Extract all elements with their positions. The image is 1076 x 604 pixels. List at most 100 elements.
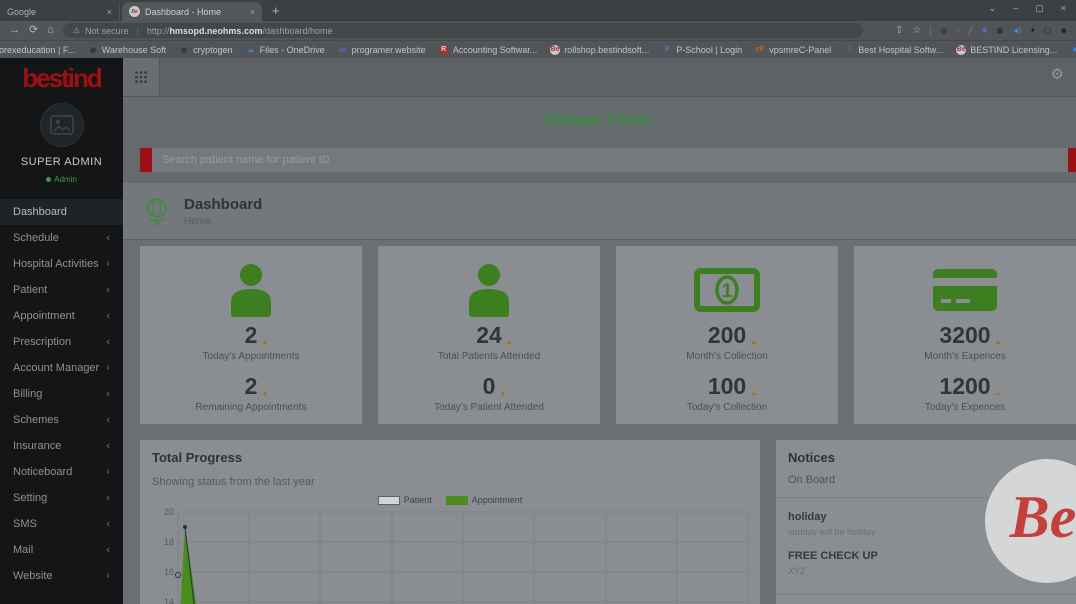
- bookmark[interactable]: cforexeducation | F...: [0, 45, 75, 55]
- extension-icon[interactable]: ◍: [940, 26, 946, 35]
- user-name: SUPER ADMIN: [0, 156, 123, 168]
- bookmark[interactable]: cPvpsmreC-Panel: [755, 45, 831, 55]
- address-separator: |: [137, 26, 139, 36]
- patient-search-bar: [140, 148, 1076, 172]
- sidebar-item-prescription[interactable]: Prescription‹: [0, 329, 123, 355]
- sidebar-panel-icon[interactable]: ▢: [1044, 26, 1051, 35]
- browser-toolbar: → ⟳ ⌂ ⚠ Not secure | http://hmsopd.neohm…: [0, 21, 1076, 40]
- bookmark-favicon: ◍: [88, 45, 98, 55]
- screen: Google × Be Dashboard - Home × + ⌄ – ▢ ×…: [0, 0, 1076, 604]
- bookmark-favicon: Be: [550, 45, 560, 55]
- tab-close-icon[interactable]: ×: [250, 7, 255, 17]
- close-window-button[interactable]: ×: [1061, 3, 1066, 14]
- credit-card-icon: [932, 258, 998, 322]
- sidebar-item-mail[interactable]: Mail‹: [0, 537, 123, 563]
- stat-value-2: 0▲: [483, 375, 496, 398]
- sidebar-item-noticeboard[interactable]: Noticeboard‹: [0, 459, 123, 485]
- bookmark[interactable]: SBest Hospital Softw...: [844, 45, 943, 55]
- share-icon[interactable]: ⇧: [895, 25, 903, 36]
- tab-dashboard-home[interactable]: Be Dashboard - Home ×: [122, 2, 262, 21]
- menu-toggle-button[interactable]: [123, 58, 160, 96]
- content: 2▲ Today's Appointments 2▲ Remaining App…: [123, 240, 1076, 604]
- stat-card-collection: 1 200▲ Month's Collection 100▲ Today's C…: [616, 246, 838, 424]
- stat-value: 24▲: [476, 324, 502, 347]
- extensions-pin-icon[interactable]: ✦: [1029, 26, 1035, 35]
- speaker-icon[interactable]: ◄): [1012, 26, 1021, 35]
- bookmark-favicon: ☁: [246, 45, 256, 55]
- extension-icon[interactable]: ●: [955, 26, 959, 35]
- bookmark[interactable]: PP-School | Login: [662, 45, 742, 55]
- sidebar-item-patient[interactable]: Patient‹: [0, 277, 123, 303]
- sidebar-item-schemes[interactable]: Schemes‹: [0, 407, 123, 433]
- gear-icon[interactable]: ⚙: [1051, 67, 1064, 82]
- minimize-button[interactable]: –: [1013, 3, 1018, 14]
- bookmark[interactable]: ◍cryptogen: [179, 45, 233, 55]
- bookmark-favicon: ⋈: [338, 45, 348, 55]
- chevron-left-icon: ‹: [106, 258, 110, 270]
- sidebar-item-sms[interactable]: SMS‹: [0, 511, 123, 537]
- stat-value: 3200▲: [939, 324, 990, 347]
- bookmark-favicon: P: [662, 45, 672, 55]
- address-bar[interactable]: ⚠ Not secure | http://hmsopd.neohms.com/…: [63, 23, 863, 38]
- sidebar-item-billing[interactable]: Billing‹: [0, 381, 123, 407]
- search-button[interactable]: [1068, 148, 1076, 172]
- extension-icon[interactable]: ▣: [996, 26, 1003, 35]
- window-controls: ⌄ – ▢ ×: [989, 3, 1066, 14]
- bookmark-favicon: R: [439, 45, 449, 55]
- bookmark[interactable]: ☁Files - OneDrive: [246, 45, 325, 55]
- app-topbar: ⚙: [123, 58, 1076, 97]
- bookmark[interactable]: ✖Understanding the...: [1070, 45, 1076, 55]
- page-header: Dashboard Home: [123, 183, 1076, 240]
- toolbar-right-icons: ⇧ ☆ ◍ ● ╱ ❖ ▣ ◄) ✦ ▢ ☻: [895, 25, 1067, 36]
- sidebar-item-website[interactable]: Website‹: [0, 563, 123, 589]
- chevron-left-icon: ‹: [106, 466, 110, 478]
- new-tab-button[interactable]: +: [272, 3, 280, 18]
- bookmark[interactable]: Berollshop.bestindsoft...: [550, 45, 649, 55]
- person-icon: [460, 258, 518, 322]
- svg-text:18: 18: [164, 537, 174, 547]
- extension-icon[interactable]: ❖: [981, 26, 987, 35]
- sidebar-item-hospital-activities[interactable]: Hospital Activities‹: [0, 251, 123, 277]
- stat-label: Month's Expences: [924, 351, 1005, 362]
- maximize-button[interactable]: ▢: [1035, 3, 1044, 14]
- extension-icon[interactable]: ╱: [968, 26, 972, 35]
- sidebar-item-account-manager[interactable]: Account Manager‹: [0, 355, 123, 381]
- bookmark-star-icon[interactable]: ☆: [912, 25, 921, 36]
- divider: [776, 594, 1076, 595]
- profile-avatar-icon[interactable]: ☻: [1060, 26, 1067, 35]
- svg-text:16: 16: [164, 567, 174, 577]
- tab-search-icon[interactable]: ⌄: [989, 3, 997, 14]
- up-triangle-icon: ▲: [750, 390, 757, 397]
- stat-label: Today's Appointments: [203, 351, 300, 362]
- tab-close-icon[interactable]: ×: [107, 7, 112, 17]
- forward-icon[interactable]: →: [9, 25, 20, 36]
- not-secure-warning-icon[interactable]: ⚠: [73, 26, 80, 35]
- stat-cards: 2▲ Today's Appointments 2▲ Remaining App…: [140, 246, 1076, 424]
- bookmark[interactable]: ◍Warehouse Soft: [88, 45, 166, 55]
- search-accent-left: [140, 148, 152, 172]
- up-triangle-icon: ▲: [506, 339, 513, 346]
- bookmark[interactable]: BeBESTIND Licensing...: [956, 45, 1057, 55]
- stat-label-2: Today's Collection: [687, 402, 767, 413]
- sidebar-item-setting[interactable]: Setting‹: [0, 485, 123, 511]
- sidebar-item-appointment[interactable]: Appointment‹: [0, 303, 123, 329]
- sidebar-item-insurance[interactable]: Insurance‹: [0, 433, 123, 459]
- patient-search-input[interactable]: [152, 148, 1068, 172]
- stat-value-2: 2▲: [245, 375, 258, 398]
- svg-text:14: 14: [164, 597, 174, 604]
- tab-google[interactable]: Google ×: [0, 2, 120, 21]
- bookmark[interactable]: ⋈programer.website: [338, 45, 426, 55]
- sidebar-item-dashboard[interactable]: Dashboard: [0, 199, 123, 225]
- legend-swatch-patient: [378, 496, 400, 505]
- chevron-left-icon: ‹: [106, 362, 110, 374]
- bookmark-favicon: cP: [755, 45, 765, 55]
- stat-value: 200▲: [708, 324, 746, 347]
- online-dot-icon: [46, 177, 51, 182]
- sidebar-item-schedule[interactable]: Schedule‹: [0, 225, 123, 251]
- home-icon[interactable]: ⌂: [47, 25, 54, 36]
- legend-item-appointment: Appointment: [446, 495, 523, 505]
- chevron-left-icon: ‹: [106, 414, 110, 426]
- reload-icon[interactable]: ⟳: [29, 25, 38, 36]
- page-title: Dashboard: [184, 196, 262, 213]
- bookmark[interactable]: RAccounting Softwar...: [439, 45, 538, 55]
